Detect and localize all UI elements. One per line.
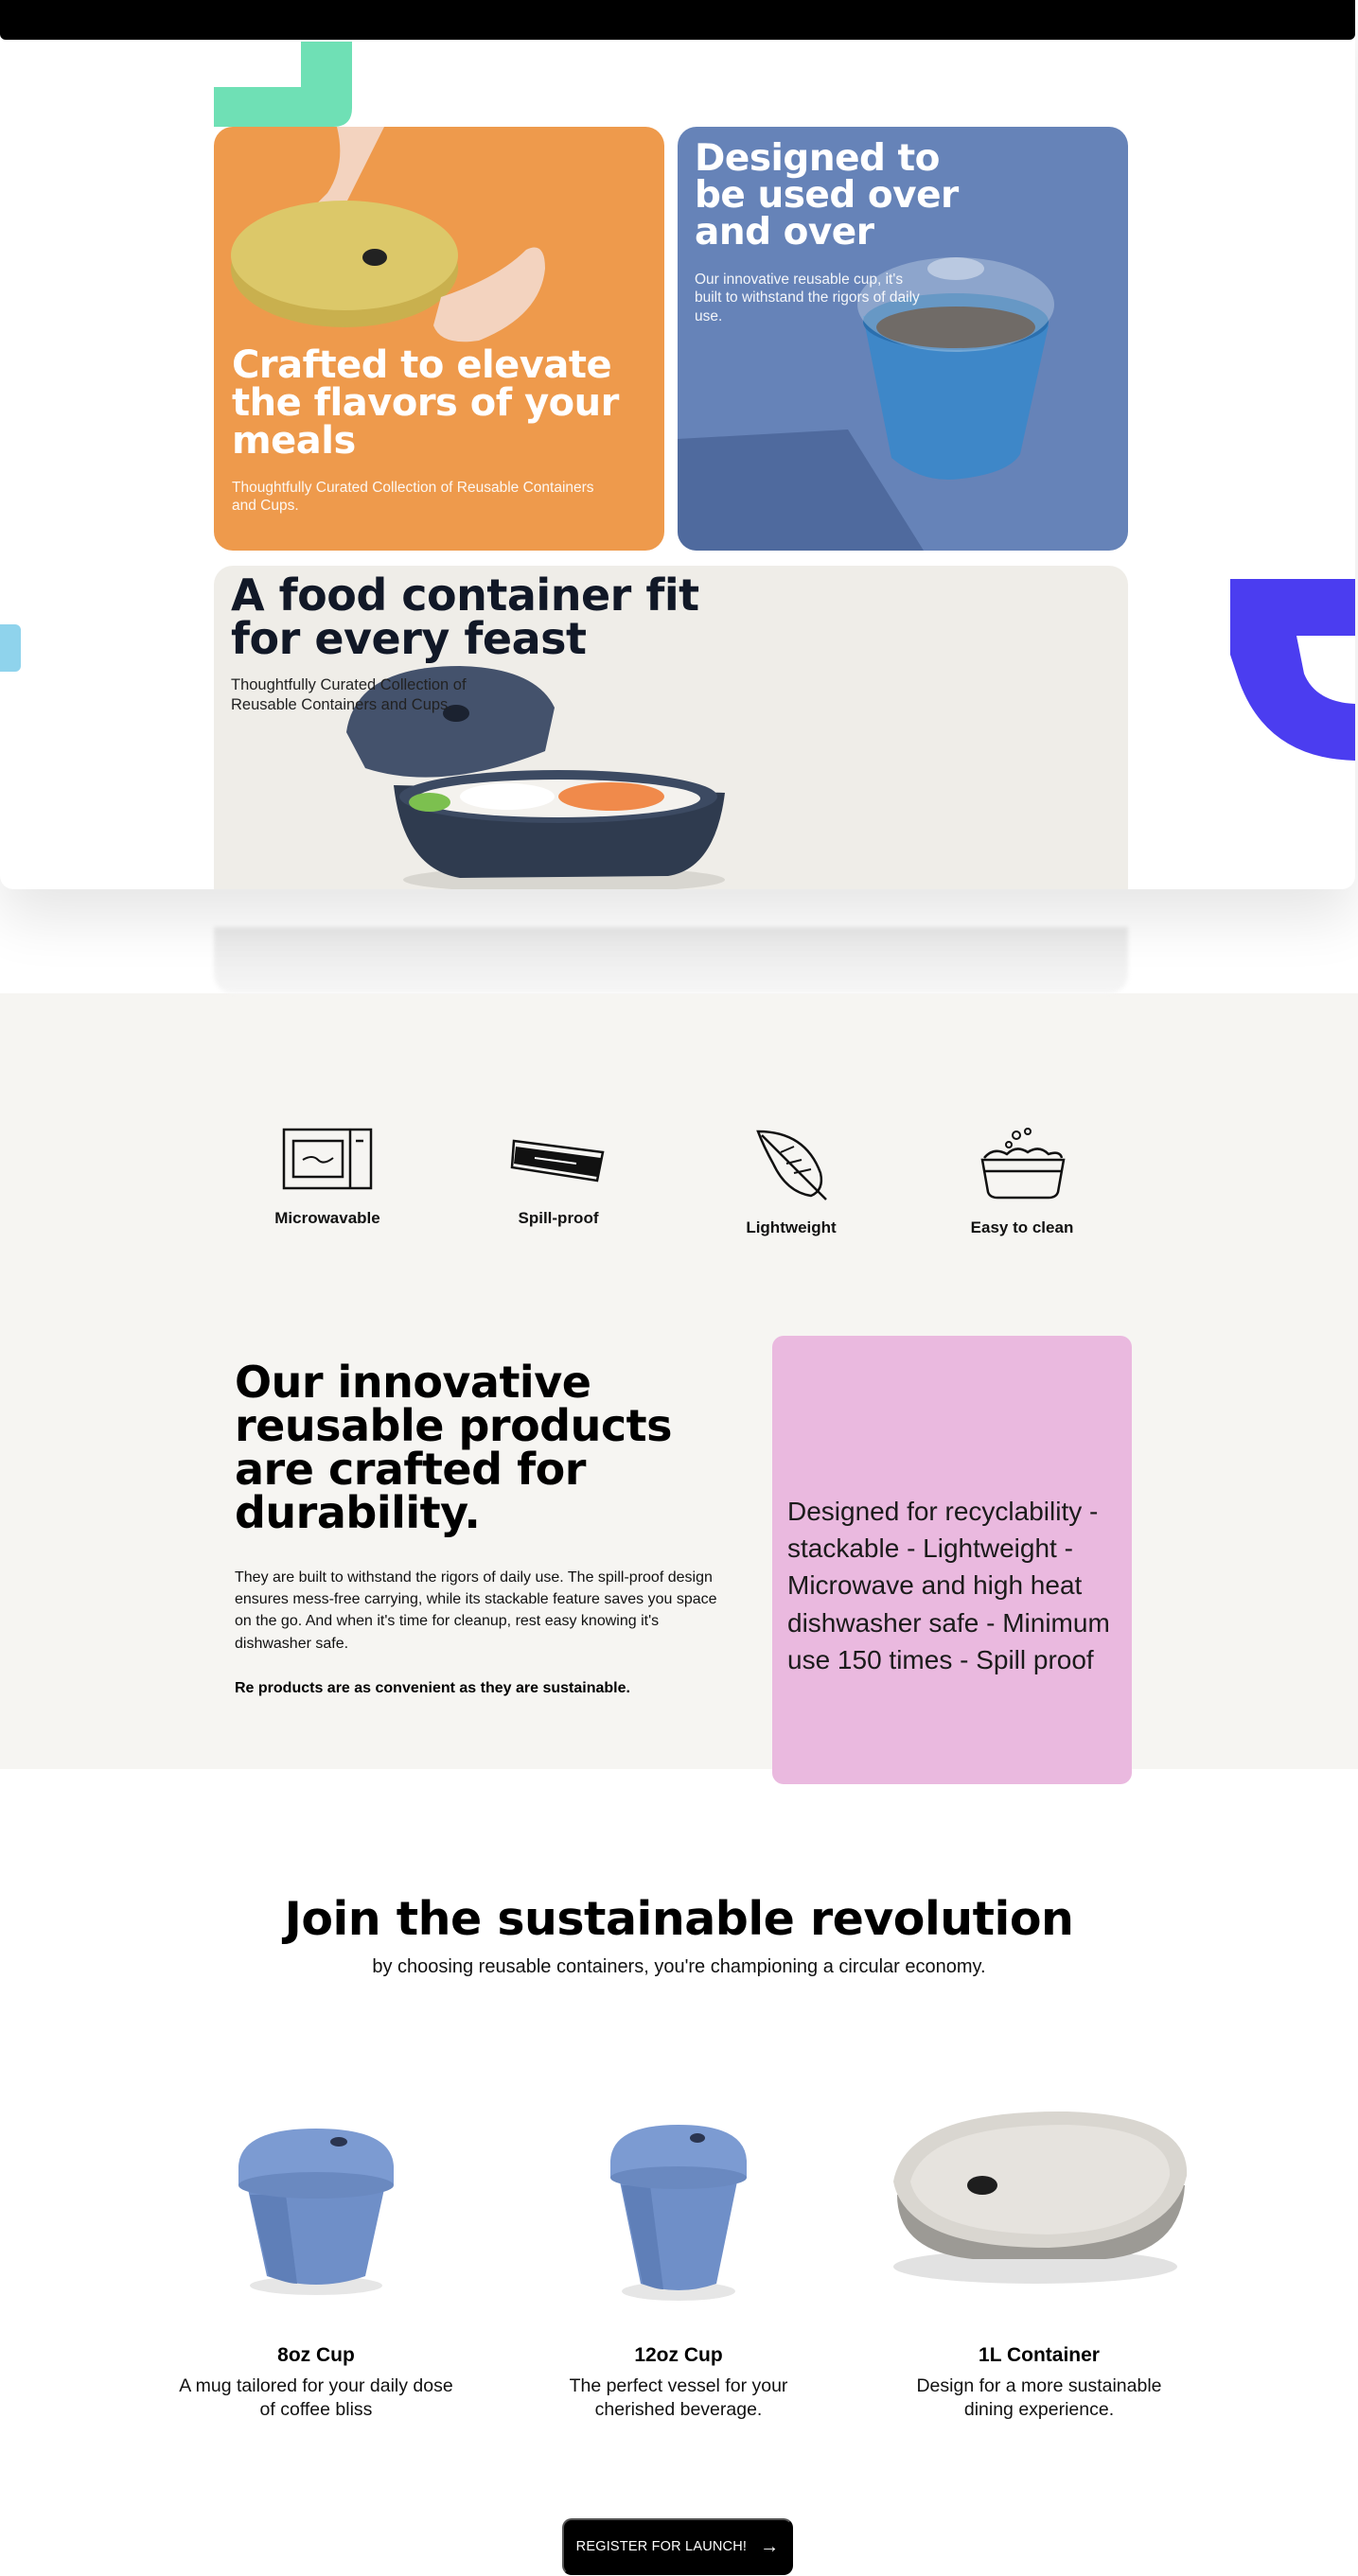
microwave-icon (282, 1128, 373, 1190)
hero-window: Crafted to elevate the flavors of your m… (0, 0, 1355, 889)
product-description: A mug tailored for your daily dose of co… (179, 2375, 453, 2421)
arrow-right-icon: → (760, 2536, 780, 2557)
feature-spill-proof: Spill-proof (464, 1126, 653, 1228)
durability-body: They are built to withstand the rigors o… (235, 1569, 717, 1652)
register-button-label: REGISTER FOR LAUNCH! (575, 2539, 748, 2554)
durability-tagline: Re products are as convenient as they ar… (235, 1680, 630, 1696)
product-12oz-cup[interactable]: 12oz Cup The perfect vessel for your che… (508, 2091, 849, 2423)
washing-bowl-icon (980, 1128, 1066, 1200)
product-image (869, 2091, 1209, 2327)
product-description: Design for a more sustainable dining exp… (916, 2375, 1162, 2421)
product-description: The perfect vessel for your cherished be… (569, 2375, 788, 2421)
register-for-launch-button[interactable]: REGISTER FOR LAUNCH! → (562, 2518, 793, 2575)
feature-label: Easy to clean (970, 1218, 1074, 1236)
product-1l-container[interactable]: 1L Container Design for a more sustainab… (869, 2091, 1209, 2423)
feature-easy-to-clean: Easy to clean (927, 1126, 1117, 1237)
feature-label: Spill-proof (518, 1209, 599, 1227)
blue-decor-shape (0, 624, 21, 672)
hero-card-feast[interactable]: A food container fit for every feast Tho… (214, 566, 1128, 889)
revolution-title: Join the sustainable revolution (284, 1892, 1074, 1946)
hero-card-cup[interactable]: Designed to be used over and over Our in… (678, 127, 1128, 551)
hero-card-meals[interactable]: Crafted to elevate the flavors of your m… (214, 127, 664, 551)
meals-card-subtitle: Thoughtfully Curated Collection of Reusa… (232, 480, 594, 515)
lid-icon (510, 1139, 605, 1183)
indigo-decor-shape (1230, 579, 1355, 761)
product-name: 1L Container (979, 2344, 1100, 2366)
product-image (146, 2091, 486, 2327)
revolution-subtitle: by choosing reusable containers, you're … (372, 1956, 986, 1977)
cup-card-title: Designed to be used over and over (695, 137, 959, 254)
product-image (508, 2091, 849, 2327)
feast-card-title: A food container fit for every feast (231, 570, 699, 664)
feature-label: Lightweight (746, 1218, 837, 1236)
12oz-cup-image (610, 2125, 747, 2301)
feature-lightweight: Lightweight (697, 1126, 886, 1237)
durability-title: Our innovative reusable products are cra… (235, 1357, 673, 1538)
card-shadow-strip (214, 927, 1128, 993)
1l-container-image (893, 2111, 1188, 2284)
feature-label: Microwavable (274, 1209, 380, 1227)
feast-card-subtitle: Thoughtfully Curated Collection of Reusa… (231, 676, 467, 714)
product-name: 8oz Cup (277, 2344, 355, 2366)
window-top-bar (0, 0, 1355, 40)
cup-card-subtitle: Our innovative reusable cup, it's built … (695, 272, 920, 324)
8oz-cup-image (238, 2129, 394, 2295)
green-decor-shape (214, 42, 352, 127)
product-specs-text: Designed for recyclability - stackable -… (787, 1497, 1110, 1674)
product-8oz-cup[interactable]: 8oz Cup A mug tailored for your daily do… (146, 2091, 486, 2423)
product-name: 12oz Cup (634, 2344, 723, 2366)
feather-icon (756, 1130, 827, 1200)
features-section: Microwavable Spill-proof Lightweight Eas… (0, 993, 1358, 1784)
meals-card-title: Crafted to elevate the flavors of your m… (232, 343, 619, 463)
product-specs-card: Designed for recyclability - stackable -… (772, 1336, 1132, 1784)
feature-microwavable: Microwavable (233, 1126, 422, 1228)
